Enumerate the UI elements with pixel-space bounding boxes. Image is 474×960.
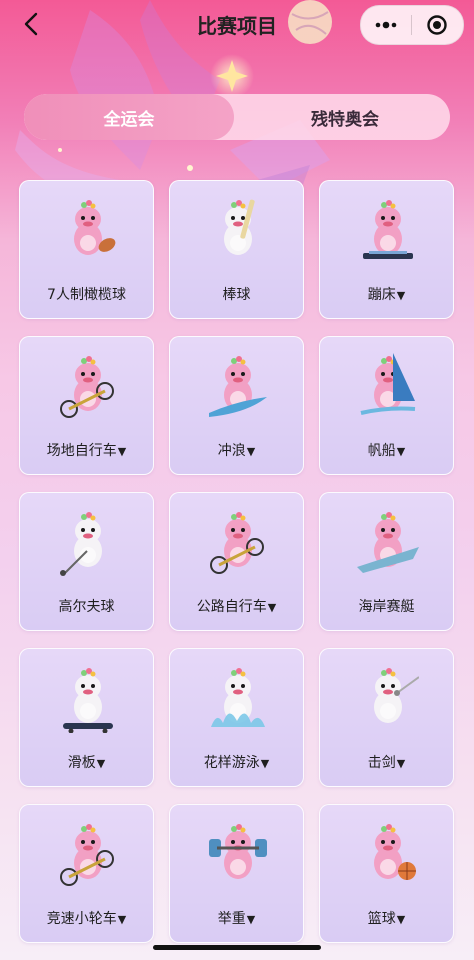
dropdown-caret-icon: ▼: [246, 913, 256, 926]
mascot-image: [60, 512, 102, 576]
sport-name: 冲浪: [217, 443, 246, 459]
sport-label: 棒球: [170, 284, 303, 304]
sport-name: 场地自行车: [46, 443, 117, 459]
sport-card[interactable]: 冲浪▼: [169, 336, 304, 475]
sport-label: 帆船▼: [320, 440, 453, 460]
sport-card[interactable]: 篮球▼: [319, 804, 454, 943]
sport-name: 帆船: [367, 443, 396, 459]
sport-label: 7人制橄榄球: [20, 284, 153, 304]
mascot-image: [209, 356, 267, 417]
sport-label: 高尔夫球: [20, 596, 153, 616]
mascot-image: [60, 824, 114, 886]
sport-label: 公路自行车▼: [170, 596, 303, 616]
sports-grid: 7人制橄榄球 棒球 蹦床▼ 场地自行车▼ 冲浪▼ 帆船▼ 高尔夫球 公路自行车▼ 海岸赛艇 滑板▼…: [19, 180, 455, 943]
mascot-image: [209, 824, 267, 879]
more-button[interactable]: [361, 6, 411, 44]
dropdown-caret-icon: ▼: [267, 601, 277, 614]
sport-name: 棒球: [222, 287, 251, 303]
dropdown-caret-icon: ▼: [396, 913, 406, 926]
target-close-icon: [427, 15, 447, 35]
sport-name: 举重: [217, 911, 246, 927]
mascot-image: [60, 356, 114, 418]
sport-card[interactable]: 海岸赛艇: [319, 492, 454, 631]
mascot-image: [363, 200, 413, 259]
dropdown-caret-icon: ▼: [396, 445, 406, 458]
mascot-image: [63, 668, 113, 733]
sport-card[interactable]: 蹦床▼: [319, 180, 454, 319]
tab-paralympic-games[interactable]: 残特奥会: [240, 94, 450, 140]
more-dots-icon: [375, 21, 397, 29]
sport-name: 海岸赛艇: [358, 599, 415, 615]
sport-name: 公路自行车: [196, 599, 267, 615]
sport-label: 竞速小轮车▼: [20, 908, 153, 928]
sport-card[interactable]: 7人制橄榄球: [19, 180, 154, 319]
sport-card[interactable]: 滑板▼: [19, 648, 154, 787]
sport-label: 花样游泳▼: [170, 752, 303, 772]
close-mini-program-button[interactable]: [412, 6, 462, 44]
mascot-image: [374, 824, 416, 880]
dropdown-caret-icon: ▼: [117, 913, 127, 926]
tab-national-games[interactable]: 全运会: [24, 94, 234, 140]
sport-name: 篮球: [367, 911, 396, 927]
dropdown-caret-icon: ▼: [96, 757, 106, 770]
mascot-image: [210, 512, 264, 574]
sport-name: 高尔夫球: [58, 599, 115, 615]
dropdown-caret-icon: ▼: [396, 757, 406, 770]
navigation-bar: 比赛项目: [0, 0, 474, 48]
sport-name: 蹦床: [367, 287, 396, 303]
sport-label: 场地自行车▼: [20, 440, 153, 460]
sport-label: 篮球▼: [320, 908, 453, 928]
sport-card[interactable]: 场地自行车▼: [19, 336, 154, 475]
mascot-image: [211, 668, 265, 727]
dropdown-caret-icon: ▼: [117, 445, 127, 458]
home-indicator: [153, 945, 321, 950]
mascot-image: [224, 199, 255, 255]
sport-card[interactable]: 举重▼: [169, 804, 304, 943]
dropdown-caret-icon: ▼: [396, 289, 406, 302]
dropdown-caret-icon: ▼: [260, 757, 270, 770]
sport-card[interactable]: 棒球: [169, 180, 304, 319]
sport-label: 海岸赛艇: [320, 596, 453, 616]
mascot-image: [357, 512, 419, 573]
sport-name: 滑板: [67, 755, 96, 771]
sport-label: 举重▼: [170, 908, 303, 928]
event-tabs: 全运会 残特奥会: [24, 94, 450, 140]
sport-name: 7人制橄榄球: [47, 287, 126, 303]
sport-card[interactable]: 击剑▼: [319, 648, 454, 787]
mini-program-capsule: [360, 5, 464, 45]
sport-card[interactable]: 竞速小轮车▼: [19, 804, 154, 943]
sport-label: 冲浪▼: [170, 440, 303, 460]
dropdown-caret-icon: ▼: [246, 445, 256, 458]
sport-name: 竞速小轮车: [46, 911, 117, 927]
mascot-image: [374, 668, 419, 723]
sport-card[interactable]: 公路自行车▼: [169, 492, 304, 631]
sport-card[interactable]: 帆船▼: [319, 336, 454, 475]
sport-label: 蹦床▼: [320, 284, 453, 304]
sport-label: 击剑▼: [320, 752, 453, 772]
sport-name: 花样游泳: [203, 755, 260, 771]
mascot-image: [360, 353, 416, 415]
sport-label: 滑板▼: [20, 752, 153, 772]
sport-card[interactable]: 高尔夫球: [19, 492, 154, 631]
mascot-image: [74, 200, 116, 255]
sport-card[interactable]: 花样游泳▼: [169, 648, 304, 787]
sport-name: 击剑: [367, 755, 396, 771]
